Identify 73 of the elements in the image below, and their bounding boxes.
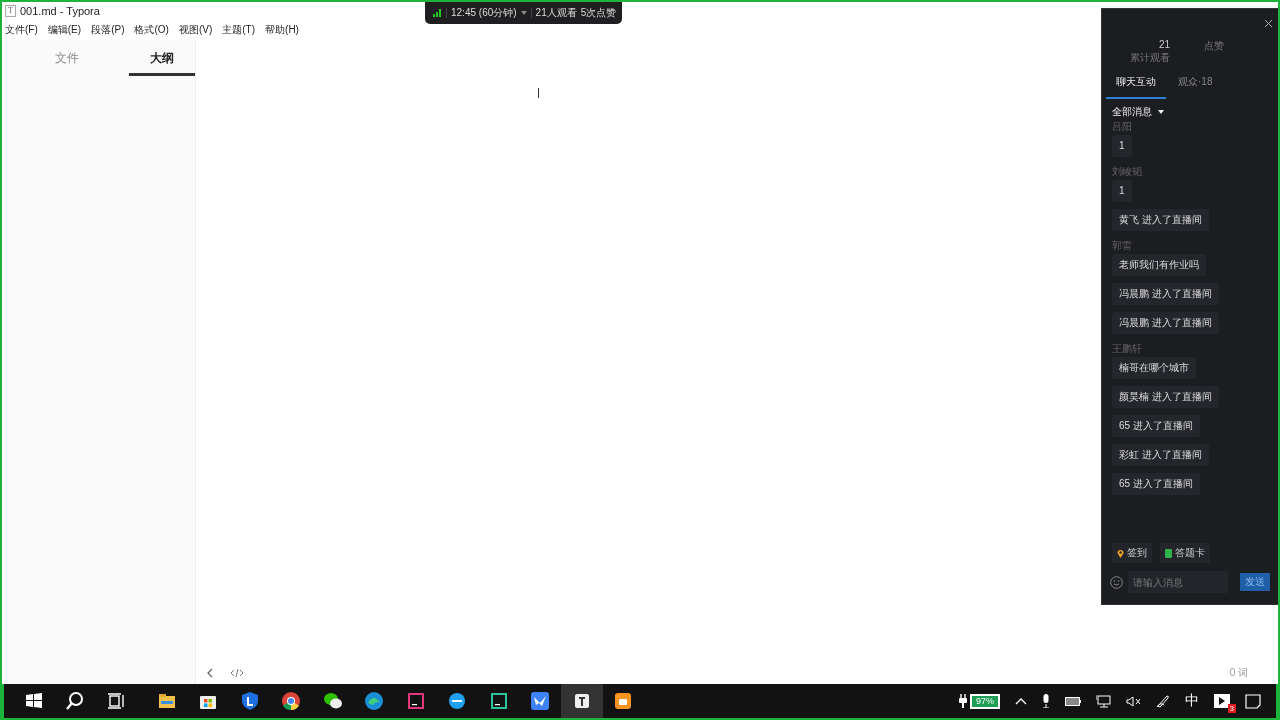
menu-item[interactable]: 帮助(H) (265, 23, 299, 37)
stat-label: 点赞 (1204, 39, 1224, 53)
sidebar-tab[interactable]: 大纲 (129, 48, 195, 76)
sender-name: 刘峻韬 (1112, 166, 1142, 177)
message-input-field[interactable]: 请输入消息 (1128, 571, 1228, 593)
menu-item[interactable]: 文件(F) (5, 23, 38, 37)
chat-message: 65 进入了直播间 (1112, 415, 1200, 437)
chat-action-button[interactable]: 答题卡 (1160, 543, 1210, 563)
task-view-icon[interactable] (107, 693, 125, 709)
browser-icon (281, 691, 302, 711)
folder-icon (156, 691, 177, 711)
menu-item[interactable]: 段落(P) (91, 23, 125, 37)
like-count: 5次点赞 (580, 6, 617, 20)
viewer-count: 21人观看 (535, 6, 577, 20)
shield-icon (239, 691, 260, 711)
search-icon[interactable] (65, 691, 85, 711)
stat-value: 21 (1158, 39, 1170, 50)
chat-tab[interactable]: 观众·18 (1168, 75, 1223, 99)
location-pin-icon (1117, 548, 1124, 558)
briefcase-icon (613, 691, 634, 711)
chat-message: 冯晨鹏 进入了直播间 (1112, 312, 1219, 334)
menu-item[interactable]: 编辑(E) (47, 23, 82, 37)
input-method-indicator[interactable]: 中 (1185, 692, 1199, 710)
chat-message: 彩虹 进入了直播间 (1112, 444, 1209, 466)
chat-message: 冯晨鹏 进入了直播间 (1112, 283, 1219, 305)
chat-bubbles-icon (322, 691, 343, 711)
message-filter-dropdown[interactable]: 全部消息 (1102, 99, 1174, 119)
chat-message: 黄飞 进入了直播间 (1112, 209, 1209, 231)
word-count: 0 词 (1229, 666, 1248, 680)
network-icon[interactable] (1096, 694, 1111, 708)
duration-text: 12:45 (60分钟) (451, 6, 517, 20)
chat-message: 1 (1112, 135, 1132, 157)
caret-icon[interactable] (520, 11, 527, 15)
microphone-icon[interactable] (1042, 694, 1050, 708)
ide-icon (405, 691, 426, 711)
text-cursor-icon (538, 88, 539, 98)
stat-label: 累计观看 (1130, 51, 1170, 65)
database-tool-icon (488, 691, 509, 711)
sender-name: 郭雷 (1112, 240, 1132, 251)
speaker-muted-icon[interactable] (1126, 695, 1141, 707)
signal-icon (433, 9, 442, 17)
taskbar-app-button[interactable] (561, 684, 603, 718)
notification-app-icon[interactable] (1214, 694, 1230, 708)
app-icon: T (5, 5, 16, 17)
code-icon[interactable] (230, 668, 244, 678)
chat-message: 65 进入了直播间 (1112, 473, 1200, 495)
chat-message: 楠哥在哪个城市 (1112, 357, 1196, 379)
window-title: 001.md - Typora (20, 5, 100, 17)
windows-start-icon[interactable] (25, 692, 43, 710)
chat-tab[interactable]: 聊天互动 (1106, 75, 1166, 99)
close-icon[interactable] (1265, 20, 1272, 27)
chat-message: 颜昊楠 进入了直播间 (1112, 386, 1219, 408)
chat-message: 1 (1112, 180, 1132, 202)
power-plug-icon (959, 694, 967, 708)
card-icon (1165, 548, 1172, 558)
sidebar-tab[interactable]: 文件 (37, 48, 98, 76)
menu-item[interactable]: 视图(V) (178, 23, 213, 37)
e-logo-icon (447, 691, 468, 711)
chat-action-button[interactable]: 签到 (1112, 543, 1152, 563)
wave-icon (364, 691, 385, 711)
emoji-icon[interactable] (1110, 575, 1123, 589)
chevron-left-icon[interactable] (206, 668, 214, 678)
battery-icon[interactable] (1065, 696, 1081, 706)
sender-name: 吕阳 (1112, 121, 1132, 132)
menu-item[interactable]: 格式(O) (134, 23, 169, 37)
chevron-up-icon[interactable] (1015, 697, 1027, 705)
chat-message: 老师我们有作业吗 (1112, 254, 1206, 276)
menu-item[interactable]: 主题(T) (222, 23, 256, 37)
pen-icon[interactable] (1156, 694, 1170, 708)
action-center-icon[interactable] (1245, 693, 1261, 709)
caret-icon (1158, 110, 1164, 114)
bird-icon (530, 691, 551, 711)
notification-badge: 3 (1227, 704, 1236, 713)
